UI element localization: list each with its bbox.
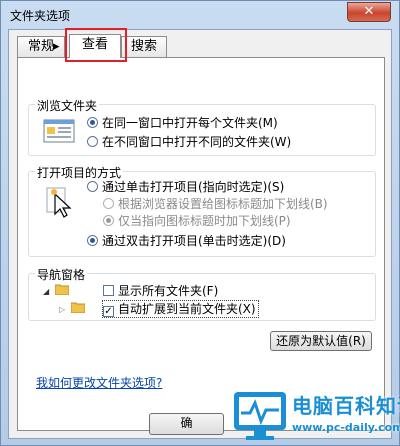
help-link[interactable]: 我如何更改文件夹选项? <box>36 374 162 391</box>
folder-icon <box>70 302 86 314</box>
option-show-all-folders[interactable]: 显示所有文件夹(F) <box>103 283 218 299</box>
ok-button[interactable]: 确 <box>149 413 224 435</box>
option-underline-browser-label: 根据浏览器设置给图标标题加下划线(B) <box>118 197 328 211</box>
option-underline-hover-label: 仅当指向图标标题时加下划线(P) <box>118 214 291 228</box>
option-underline-browser[interactable]: 根据浏览器设置给图标标题加下划线(B) <box>103 196 328 212</box>
radio-new-window[interactable] <box>87 136 98 147</box>
open-items-group: 打开项目的方式 通过单击打开项目(指向时选定)(S) 根据浏览器设置给图标标题加… <box>28 164 376 257</box>
browse-folders-group: 浏览文件夹 在同一窗口中打开每个文件夹(M) 在不同窗口中打开不同的文件夹(W) <box>28 97 376 156</box>
option-show-all-folders-label: 显示所有文件夹(F) <box>118 284 219 298</box>
option-double-click[interactable]: 通过双击打开项目(单击时选定)(D) <box>87 233 286 249</box>
pointer-arrow-icon: ▸ <box>53 39 60 54</box>
watermark-logo <box>234 392 286 440</box>
ok-button-label: 确 <box>180 416 193 430</box>
option-new-window[interactable]: 在不同窗口中打开不同的文件夹(W) <box>87 134 291 150</box>
tab-search-label: 搜索 <box>130 39 157 54</box>
tab-general-label: 常规 <box>27 39 54 54</box>
option-single-click-label: 通过单击打开项目(指向时选定)(S) <box>102 180 285 194</box>
collapsed-triangle-icon: ▷ <box>59 305 66 314</box>
radio-same-window[interactable] <box>87 117 98 128</box>
option-single-click[interactable]: 通过单击打开项目(指向时选定)(S) <box>87 179 284 195</box>
window-title: 文件夹选项 <box>10 9 71 23</box>
watermark-url: www.pc-daily.com <box>292 421 400 434</box>
nav-pane-group: 导航窗格 ◢ 显示所有文件夹(F) ▷ ✓ 自动扩展到当前文件夹(X) <box>28 266 376 321</box>
dialog-client: 常规 查看 搜索 ▸ 浏览文件夹 在同一窗口中打开每个文件夹(M) 在不同窗口中… <box>8 28 392 439</box>
click-cursor-icon <box>45 186 77 218</box>
nav-pane-title: 导航窗格 <box>35 266 88 283</box>
option-same-window[interactable]: 在同一窗口中打开每个文件夹(M) <box>87 115 278 131</box>
radio-double-click[interactable] <box>87 235 98 246</box>
restore-defaults-label: 还原为默认值(R) <box>276 334 366 348</box>
restore-defaults-button[interactable]: 还原为默认值(R) <box>270 331 372 351</box>
checkbox-show-all-folders[interactable] <box>103 285 114 296</box>
option-auto-expand[interactable]: ✓ 自动扩展到当前文件夹(X) <box>102 300 259 318</box>
browse-folders-title: 浏览文件夹 <box>35 97 100 114</box>
option-auto-expand-label: 自动扩展到当前文件夹(X) <box>118 302 256 316</box>
nav-tree-row-2: ▷ <box>59 300 87 316</box>
view-tab-panel: 浏览文件夹 在同一窗口中打开每个文件夹(M) 在不同窗口中打开不同的文件夹(W)… <box>17 57 385 431</box>
nav-tree-row-1: ◢ <box>43 282 71 298</box>
browse-folders-icon <box>43 118 75 150</box>
tab-highlight-box <box>65 28 127 62</box>
option-new-window-label: 在不同窗口中打开不同的文件夹(W) <box>102 135 292 149</box>
checkbox-auto-expand[interactable]: ✓ <box>103 306 114 317</box>
option-underline-hover[interactable]: 仅当指向图标标题时加下划线(P) <box>103 213 291 229</box>
option-double-click-label: 通过双击打开项目(单击时选定)(D) <box>102 234 286 248</box>
watermark-name: 电脑百科知识 <box>292 394 400 418</box>
radio-underline-browser[interactable] <box>103 198 114 209</box>
close-icon: ✕ <box>363 4 375 19</box>
expanded-triangle-icon: ◢ <box>43 287 50 296</box>
radio-underline-hover[interactable] <box>103 215 114 226</box>
watermark: 电脑百科知识 www.pc-daily.com <box>230 384 400 446</box>
option-same-window-label: 在同一窗口中打开每个文件夹(M) <box>102 116 278 130</box>
tab-search[interactable]: 搜索 <box>121 36 167 57</box>
title-bar[interactable]: 文件夹选项 ✕ <box>1 1 399 27</box>
radio-single-click[interactable] <box>87 181 98 192</box>
folder-icon <box>54 284 70 296</box>
close-button[interactable]: ✕ <box>347 2 391 22</box>
folder-options-window: 文件夹选项 ✕ 常规 查看 搜索 ▸ 浏览文件夹 在同一窗口中打开每个文件夹(M… <box>0 0 400 446</box>
